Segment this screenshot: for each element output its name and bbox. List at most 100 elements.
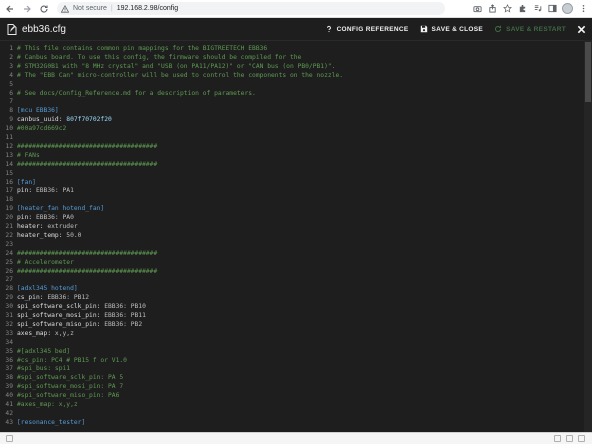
code-line[interactable]: 31 spi_software_mosi_pin: EBB36: PB11 <box>0 311 592 320</box>
code-line[interactable]: 12 ##################################### <box>0 142 592 151</box>
code-comment: # Accelerometer <box>17 258 74 266</box>
code-line[interactable]: 33 axes_map: x,y,z <box>0 329 592 338</box>
reload-button[interactable] <box>37 2 51 16</box>
line-number: 25 <box>5 258 13 266</box>
code-line[interactable]: 7 <box>0 97 592 106</box>
close-icon <box>577 25 586 33</box>
code-line[interactable]: 2 # Canbus board. To use this config, the… <box>0 53 592 62</box>
close-button[interactable] <box>577 25 586 34</box>
section-header: [heater_fan hotend_fan] <box>17 205 105 213</box>
code-line[interactable]: 16 [fan] <box>0 178 592 187</box>
code-comment: # See docs/Config_Reference.md for a des… <box>17 89 256 97</box>
line-number: 24 <box>5 249 13 257</box>
code-line[interactable]: 27 <box>0 275 592 284</box>
code-line[interactable]: 9 canbus_uuid: 807f70702f20 <box>0 115 592 124</box>
code-line[interactable]: 8 [mcu EBB36] <box>0 106 592 115</box>
line-number: 7 <box>9 98 13 106</box>
line-number: 2 <box>9 53 13 61</box>
line-number: 41 <box>5 401 13 408</box>
profile-avatar[interactable] <box>562 3 573 14</box>
extensions-icon[interactable] <box>517 4 527 14</box>
line-number: 17 <box>5 187 13 195</box>
code-line[interactable]: 21 heater: extruder <box>0 222 592 231</box>
code-line[interactable]: 1 # This file contains common pin mapping… <box>0 44 592 53</box>
code-editor[interactable]: 1 # This file contains common pin mapping… <box>0 40 592 432</box>
code-comment: #spi_software_sclk_pin: PA 5 <box>17 374 124 382</box>
code-line[interactable]: 38 #spi_software_sclk_pin: PA 5 <box>0 373 592 382</box>
code-line[interactable]: 32 spi_software_miso_pin: EBB36: PB2 <box>0 320 592 329</box>
code-comment: #[adxl345 bed] <box>17 347 71 355</box>
config-entry: cs_pin: EBB36: PB12 <box>17 293 89 302</box>
code-line[interactable]: 34 <box>0 338 592 347</box>
camera-icon[interactable] <box>472 4 482 14</box>
code-line[interactable]: 11 <box>0 133 592 142</box>
save-restart-label: SAVE & RESTART <box>506 25 566 33</box>
code-comment: ##################################### <box>17 142 158 150</box>
code-line[interactable]: 13 # FANs <box>0 151 592 160</box>
code-line[interactable]: 29 cs_pin: EBB36: PB12 <box>0 293 592 302</box>
editor-scrollbar[interactable] <box>584 40 592 432</box>
code-line[interactable]: 36 #cs_pin: PC4 # PB15 f or V1.0 <box>0 356 592 365</box>
save-close-button[interactable]: SAVE & CLOSE <box>420 25 484 33</box>
code-line[interactable]: 42 <box>0 409 592 418</box>
line-number: 1 <box>9 45 13 52</box>
code-line[interactable]: 24 ##################################### <box>0 249 592 258</box>
code-line[interactable]: 22 heater_temp: 50.0 <box>0 231 592 240</box>
save-restart-button[interactable]: SAVE & RESTART <box>494 25 566 33</box>
code-line[interactable]: 41 #axes_map: x,y,z <box>0 400 592 409</box>
line-number: 34 <box>5 338 13 346</box>
share-icon[interactable] <box>487 4 497 14</box>
line-number: 18 <box>5 196 13 204</box>
code-line[interactable]: 6 # See docs/Config_Reference.md for a de… <box>0 89 592 98</box>
line-number: 9 <box>9 116 13 124</box>
code-line[interactable]: 23 <box>0 240 592 249</box>
restart-icon <box>495 25 502 33</box>
menu-dots-icon[interactable] <box>578 4 588 14</box>
code-line[interactable]: 17 pin: EBB36: PA1 <box>0 186 592 195</box>
scrollbar-thumb[interactable] <box>585 42 591 102</box>
code-line[interactable]: 19 [heater_fan hotend_fan] <box>0 204 592 213</box>
address-bar[interactable]: Not secure | 192.168.2.98/config <box>57 2 445 15</box>
config-reference-button[interactable]: CONFIG REFERENCE <box>325 25 409 33</box>
star-icon[interactable] <box>502 4 512 14</box>
code-line[interactable]: 18 <box>0 195 592 204</box>
code-line[interactable]: 4 # The "EBB Can" micro-controller will b… <box>0 71 592 80</box>
back-button[interactable] <box>3 2 17 16</box>
config-value: extruder <box>47 223 78 230</box>
code-comment: # Canbus board. To use this config, the … <box>17 53 302 61</box>
code-line[interactable]: 14 ##################################### <box>0 160 592 169</box>
media-icon[interactable] <box>532 4 542 14</box>
code-line[interactable]: 39 #spi_software_mosi_pin: PA 7 <box>0 382 592 391</box>
sidebar-icon[interactable] <box>547 4 557 14</box>
code-line[interactable]: 20 pin: EBB36: PA0 <box>0 213 592 222</box>
line-number: 37 <box>5 365 13 373</box>
code-line[interactable]: 37 #spi_bus: spi1 <box>0 364 592 373</box>
code-line[interactable]: 40 #spi_software_miso_pin: PA6 <box>0 391 592 400</box>
line-number: 10 <box>5 125 13 133</box>
code-line[interactable]: 3 # STM32G0B1 with "8 MHz crystal" and "U… <box>0 62 592 71</box>
config-value: 807f70702f20 <box>66 116 112 124</box>
line-number: 40 <box>5 392 13 400</box>
config-key: pin: <box>17 214 33 222</box>
line-number: 33 <box>5 329 13 337</box>
code-line[interactable]: 15 <box>0 169 592 178</box>
code-line[interactable]: 25 # Accelerometer <box>0 258 592 267</box>
line-number: 5 <box>9 80 13 88</box>
code-line[interactable]: 5 <box>0 80 592 89</box>
security-label: Not secure <box>73 5 107 12</box>
config-value: EBB36: PA1 <box>35 187 74 195</box>
browser-toolbar: Not secure | 192.168.2.98/config <box>0 0 592 18</box>
code-line[interactable]: 28 [adxl345 hotend] <box>0 284 592 293</box>
line-number: 38 <box>5 374 13 382</box>
code-line[interactable]: 26 ##################################### <box>0 267 592 276</box>
code-line[interactable]: 43 [resonance_tester] <box>0 418 592 427</box>
forward-button[interactable] <box>20 2 34 16</box>
code-line[interactable]: 10 #00a97cd669c2 <box>0 124 592 133</box>
code-line[interactable]: 30 spi_software_sclk_pin: EBB36: PB10 <box>0 302 592 311</box>
editor-toolbar: ebb36.cfg CONFIG REFERENCE SAVE & CLOSE … <box>0 18 592 40</box>
arrow-right-icon <box>24 5 31 12</box>
code-comment: # This file contains common pin mappings… <box>17 45 268 52</box>
code-line[interactable]: 35 #[adxl345 bed] <box>0 347 592 356</box>
reload-icon <box>40 5 48 13</box>
url-text[interactable]: 192.168.2.98/config <box>117 5 179 12</box>
